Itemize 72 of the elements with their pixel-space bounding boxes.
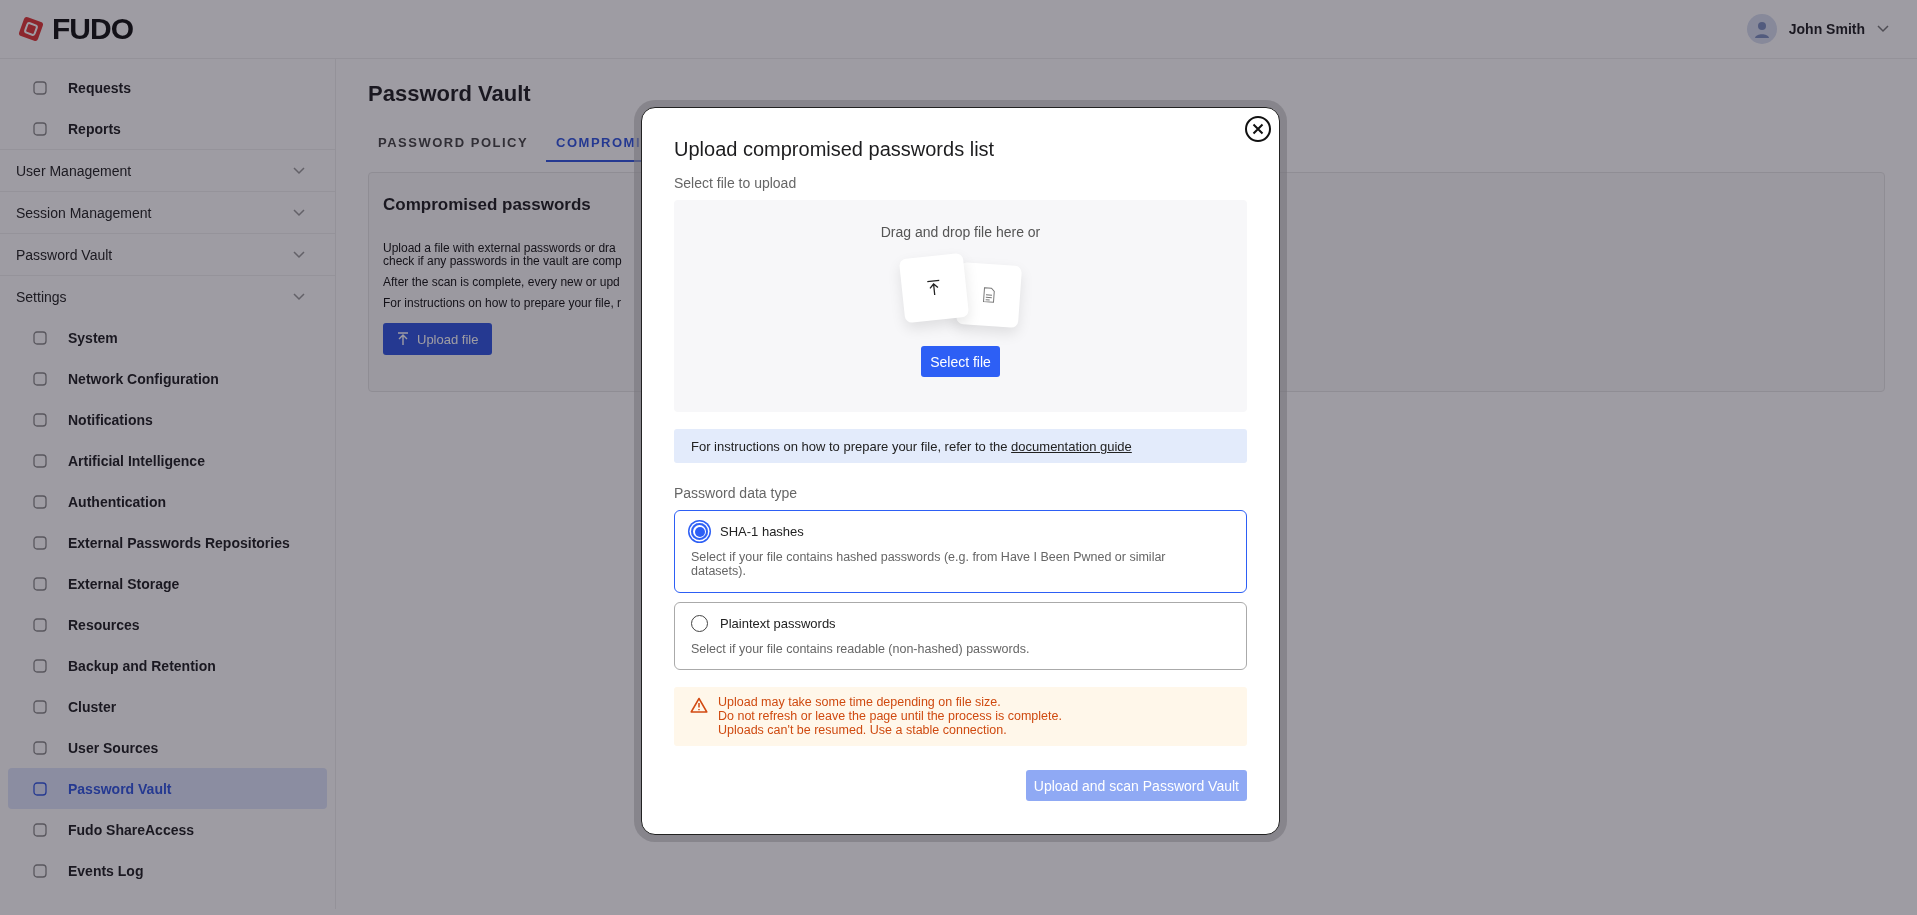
square-outline-icon [32, 452, 48, 469]
chevron-down-icon [293, 250, 305, 259]
page-title: Password Vault [368, 81, 532, 107]
option-title: Plaintext passwords [720, 615, 836, 631]
square-outline-icon [32, 534, 48, 551]
sidebar-item[interactable]: Resources [8, 604, 327, 645]
square-outline-icon [32, 370, 48, 387]
tab[interactable]: PASSWORD POLICY [368, 125, 539, 162]
sidebar-item[interactable]: Backup and Retention [8, 645, 327, 686]
upload-file-button[interactable]: Upload file [383, 323, 493, 355]
sidebar-item[interactable]: System [8, 317, 327, 358]
card-title: Compromised passwords [383, 195, 592, 215]
chevron-down-icon[interactable] [1877, 25, 1889, 33]
option-title: SHA-1 hashes [720, 524, 804, 539]
drop-zone-text: Drag and drop file here or [880, 224, 1041, 240]
radio-option-card[interactable]: SHA-1 hashes Select if your file contains hashed passwords (e.g. from Have I Been Pwned or similar datasets). [674, 510, 1247, 593]
dialog-title: Upload compromised passwords list [674, 138, 996, 161]
sidebar-item[interactable]: External Passwords Repositories [8, 522, 327, 563]
paragraph: Upload a file with external passwords or dra [383, 241, 617, 255]
sidebar-item[interactable]: Cluster [8, 686, 327, 727]
option-description: Select if your file contains hashed passwords (e.g. from Have I Been Pwned or similar datasets). [691, 550, 1167, 579]
sidebar-section[interactable]: Password Vault [0, 233, 335, 275]
sidebar-item[interactable]: Requests [8, 67, 327, 108]
square-outline-icon [32, 657, 48, 674]
select-file-button[interactable]: Select file [921, 346, 1000, 377]
radio-button[interactable] [691, 523, 708, 540]
sidebar-item[interactable]: Fudo ShareAccess [8, 809, 327, 850]
square-outline-icon [32, 616, 48, 633]
paragraph: For instructions on how to prepare your file, r [383, 296, 623, 310]
chevron-down-icon [293, 292, 305, 301]
sidebar-item[interactable]: Notifications [8, 399, 327, 440]
info-text: For instructions on how to prepare your file, refer to the documentation guide [691, 439, 1132, 454]
square-outline-icon [32, 493, 48, 510]
sidebar-item[interactable]: User Sources [8, 727, 327, 768]
sidebar-section[interactable]: Session Management [0, 191, 335, 233]
square-outline-icon [32, 862, 48, 879]
warning-icon [690, 697, 708, 714]
close-button[interactable] [1245, 116, 1271, 142]
avatar-icon [1746, 14, 1777, 44]
sidebar-item[interactable]: Authentication [8, 481, 327, 522]
square-outline-icon [32, 821, 48, 838]
square-outline-icon [32, 79, 48, 96]
logo-text: FUDO [52, 12, 133, 46]
warning-text: Upload may take some time depending on file size. [718, 695, 1002, 710]
square-outline-icon [32, 780, 48, 797]
sidebar-item[interactable]: External Storage [8, 563, 327, 604]
warning-text: Uploads can't be resumed. Use a stable connection. [718, 723, 1008, 738]
chevron-down-icon [293, 166, 305, 175]
square-outline-icon [32, 411, 48, 428]
radio-option-card[interactable]: Plaintext passwords Select if your file contains readable (non-hashed) passwords. [674, 601, 1247, 671]
paragraph: After the scan is complete, every new or upd [383, 275, 621, 289]
sidebar-section[interactable]: Settings [0, 275, 335, 317]
sidebar-item[interactable]: Reports [8, 108, 327, 149]
upload-icon [397, 332, 409, 346]
documentation-link[interactable]: documentation guide [1011, 439, 1132, 454]
sidebar-item[interactable]: Events Log [8, 850, 327, 891]
square-outline-icon [32, 575, 48, 592]
sidebar-item[interactable]: Artificial Intelligence [8, 440, 327, 481]
paragraph: check if any passwords in the vault are comp [383, 254, 623, 268]
user-name[interactable]: John Smith [1788, 21, 1865, 37]
chevron-down-icon [293, 208, 305, 217]
square-outline-icon [32, 120, 48, 137]
field-label: Select file to upload [674, 175, 798, 191]
option-description: Select if your file contains readable (non-hashed) passwords. [691, 641, 1031, 657]
sidebar-item[interactable]: Network Configuration [8, 358, 327, 399]
field-label: Password data type [674, 485, 798, 501]
square-outline-icon [32, 698, 48, 715]
square-outline-icon [32, 329, 48, 346]
warning-text: Do not refresh or leave the page until the process is complete. [718, 709, 1062, 724]
sidebar-section[interactable]: User Management [0, 149, 335, 191]
square-outline-icon [32, 739, 48, 756]
drop-zone[interactable]: Drag and drop file here or Select file [674, 200, 1247, 412]
